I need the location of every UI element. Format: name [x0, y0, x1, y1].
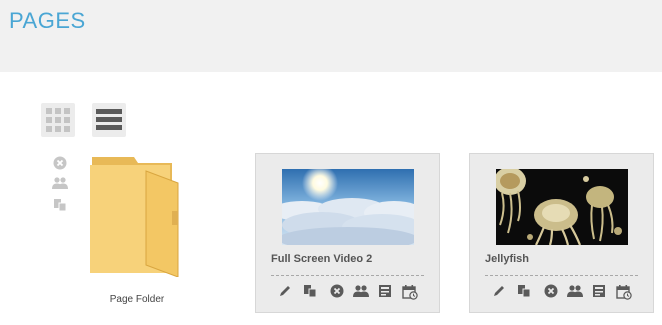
schedule-icon[interactable] [402, 284, 418, 300]
list-view-button[interactable] [92, 103, 126, 137]
delete-icon[interactable] [544, 284, 558, 298]
edit-icon[interactable] [278, 284, 292, 298]
header-bar: PAGES [0, 0, 662, 72]
users-icon[interactable] [566, 284, 584, 298]
template-icon[interactable] [378, 284, 392, 298]
jellyfish-thumbnail [496, 169, 628, 245]
copy-icon[interactable] [303, 284, 317, 298]
sky-clouds-thumbnail [282, 169, 414, 245]
schedule-icon[interactable] [616, 284, 632, 300]
copy-icon[interactable] [517, 284, 531, 298]
page-card[interactable]: Full Screen Video 2 [255, 153, 440, 313]
grid-view-button[interactable] [41, 103, 75, 137]
users-icon[interactable] [51, 176, 69, 195]
card-actions [492, 282, 642, 302]
users-icon[interactable] [352, 284, 370, 298]
folder-label: Page Folder [109, 294, 165, 305]
folder-icon [90, 157, 179, 278]
card-actions [278, 282, 428, 302]
edit-icon[interactable] [492, 284, 506, 298]
card-divider [485, 275, 638, 276]
page-title-label: Full Screen Video 2 [271, 253, 373, 265]
copy-icon[interactable] [53, 198, 67, 217]
page-title-label: Jellyfish [485, 253, 530, 265]
page-title: PAGES [9, 8, 86, 33]
template-icon[interactable] [592, 284, 606, 298]
page-folder[interactable] [88, 153, 184, 282]
delete-icon[interactable] [53, 156, 67, 175]
page-card[interactable]: Jellyfish [469, 153, 654, 313]
card-divider [271, 275, 424, 276]
delete-icon[interactable] [330, 284, 344, 298]
